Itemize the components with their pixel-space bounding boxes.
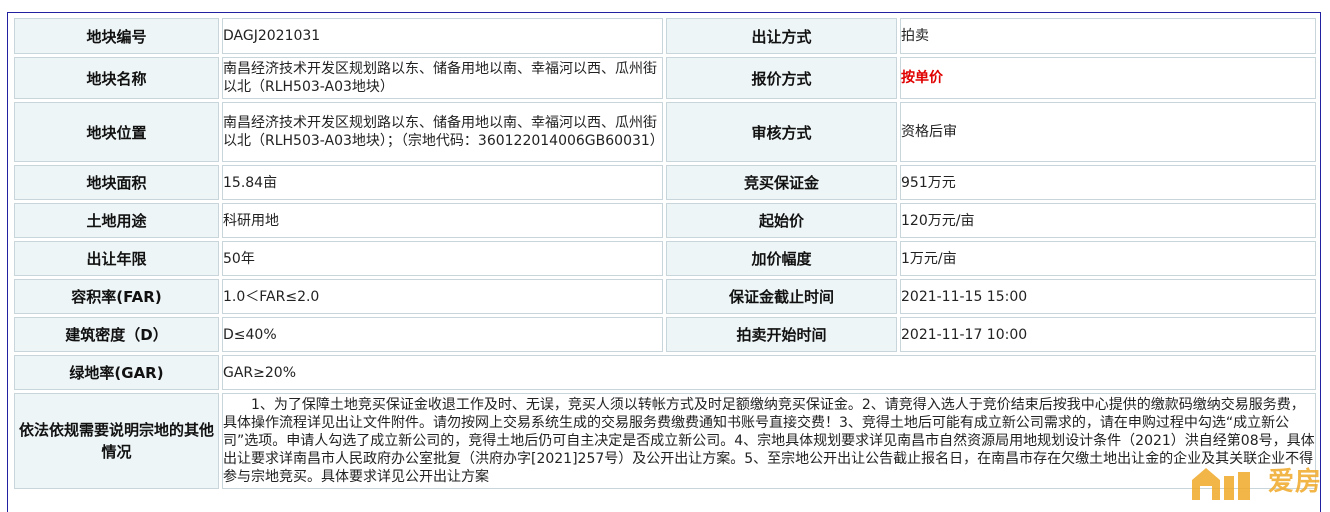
watermark-text: 爱房 (1267, 467, 1322, 497)
land-info-panel: 地块编号 DAGJ2021031 出让方式 拍卖 地块名称 南昌经济技术开发区规… (7, 12, 1321, 512)
table-row: 容积率(FAR) 1.0＜FAR≤2.0 保证金截止时间 2021-11-15 … (14, 279, 1316, 314)
quote-method-value: 按单价 (900, 57, 1316, 99)
other-notes-value: 1、为了保障土地竞买保证金收退工作及时、无误，竞买人须以转帐方式及时足额缴纳竞买… (222, 393, 1316, 489)
land-use-label: 土地用途 (14, 203, 219, 238)
far-value: 1.0＜FAR≤2.0 (222, 279, 663, 314)
other-notes-text: 1、为了保障土地竞买保证金收退工作及时、无误，竞买人须以转帐方式及时足额缴纳竞买… (223, 397, 1315, 485)
parcel-name-label: 地块名称 (14, 57, 219, 99)
auction-start-label: 拍卖开始时间 (666, 317, 897, 352)
table-row: 出让年限 50年 加价幅度 1万元/亩 (14, 241, 1316, 276)
table-row: 土地用途 科研用地 起始价 120万元/亩 (14, 203, 1316, 238)
table-row: 绿地率(GAR) GAR≥20% (14, 355, 1316, 390)
table-row: 地块位置 南昌经济技术开发区规划路以东、储备用地以南、幸福河以西、瓜州街以北（R… (14, 102, 1316, 162)
parcel-area-value: 15.84亩 (222, 165, 663, 200)
parcel-location-label: 地块位置 (14, 102, 219, 162)
quote-method-label: 报价方式 (666, 57, 897, 99)
bid-increment-label: 加价幅度 (666, 241, 897, 276)
deposit-deadline-value: 2021-11-15 15:00 (900, 279, 1316, 314)
table-row: 地块编号 DAGJ2021031 出让方式 拍卖 (14, 18, 1316, 54)
building-density-label: 建筑密度（D） (14, 317, 219, 352)
deposit-label: 竞买保证金 (666, 165, 897, 200)
land-use-value: 科研用地 (222, 203, 663, 238)
starting-price-label: 起始价 (666, 203, 897, 238)
parcel-location-value: 南昌经济技术开发区规划路以东、储备用地以南、幸福河以西、瓜州街以北（RLH503… (222, 102, 664, 162)
parcel-number-value: DAGJ2021031 (222, 18, 663, 54)
review-method-label: 审核方式 (666, 102, 897, 162)
bid-increment-value: 1万元/亩 (900, 241, 1316, 276)
building-density-value: D≤40% (222, 317, 663, 352)
transfer-term-value: 50年 (222, 241, 663, 276)
transfer-method-label: 出让方式 (666, 18, 897, 54)
transfer-method-value: 拍卖 (900, 18, 1316, 54)
parcel-area-label: 地块面积 (14, 165, 219, 200)
parcel-name-value: 南昌经济技术开发区规划路以东、储备用地以南、幸福河以西、瓜州街以北（RLH503… (222, 57, 663, 99)
deposit-deadline-label: 保证金截止时间 (666, 279, 897, 314)
parcel-number-label: 地块编号 (14, 18, 219, 54)
table-row: 依法依规需要说明宗地的其他情况 1、为了保障土地竞买保证金收退工作及时、无误，竞… (14, 393, 1316, 489)
green-ratio-value: GAR≥20% (222, 355, 1316, 390)
table-row: 地块面积 15.84亩 竞买保证金 951万元 (14, 165, 1316, 200)
land-info-table: 地块编号 DAGJ2021031 出让方式 拍卖 地块名称 南昌经济技术开发区规… (11, 15, 1319, 492)
transfer-term-label: 出让年限 (14, 241, 219, 276)
deposit-value: 951万元 (900, 165, 1316, 200)
other-notes-label-text: 依法依规需要说明宗地的其他情况 (18, 421, 214, 461)
other-notes-label: 依法依规需要说明宗地的其他情况 (14, 393, 219, 489)
auction-start-value: 2021-11-17 10:00 (900, 317, 1316, 352)
far-label: 容积率(FAR) (14, 279, 219, 314)
green-ratio-label: 绿地率(GAR) (14, 355, 219, 390)
quote-method-text: 按单价 (901, 70, 943, 86)
review-method-value: 资格后审 (900, 102, 1316, 162)
starting-price-value: 120万元/亩 (900, 203, 1316, 238)
house-logo-icon (1192, 468, 1250, 500)
watermark: 爱房 (1172, 460, 1322, 502)
table-row: 地块名称 南昌经济技术开发区规划路以东、储备用地以南、幸福河以西、瓜州街以北（R… (14, 57, 1316, 99)
table-row: 建筑密度（D） D≤40% 拍卖开始时间 2021-11-17 10:00 (14, 317, 1316, 352)
